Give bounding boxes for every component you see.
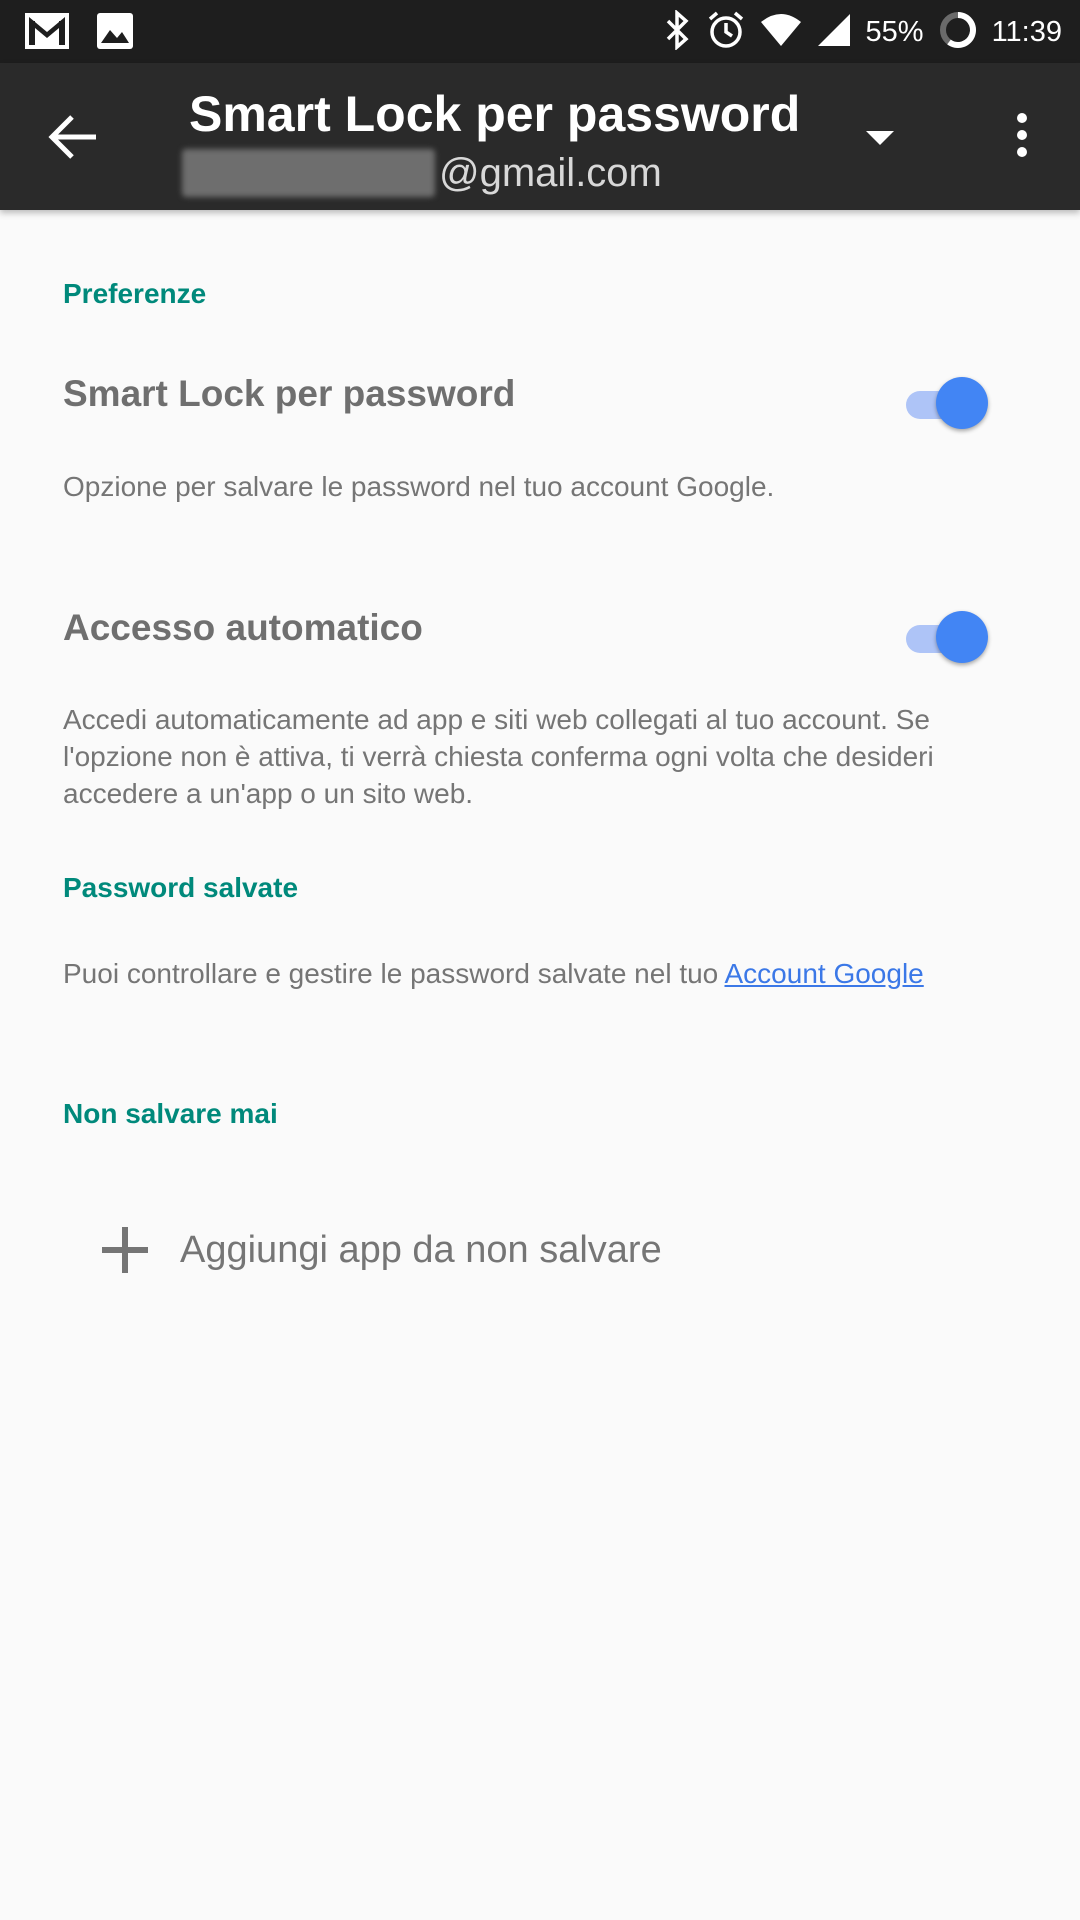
account-switcher[interactable]: @gmail.com: [182, 145, 662, 201]
app-bar: Smart Lock per password @gmail.com: [0, 63, 1080, 210]
account-domain: @gmail.com: [439, 150, 662, 195]
battery-icon: [938, 10, 978, 55]
auto-signin-toggle[interactable]: [904, 608, 988, 668]
wifi-icon: [760, 10, 802, 55]
image-icon: [96, 12, 142, 50]
bluetooth-icon: [664, 8, 692, 55]
add-never-save-app-button[interactable]: Aggiungi app da non salvare: [80, 1210, 980, 1290]
dropdown-icon: [866, 131, 894, 145]
status-bar: 55% 11:39: [0, 0, 1080, 63]
toggle-thumb: [936, 377, 988, 429]
smart-lock-description: Opzione per salvare le password nel tuo …: [63, 471, 775, 502]
account-dropdown-button[interactable]: [862, 123, 898, 153]
more-vert-icon: [1017, 113, 1027, 157]
signal-icon: [816, 10, 852, 55]
google-account-link[interactable]: Account Google: [725, 958, 924, 989]
page-title: Smart Lock per password: [189, 86, 801, 142]
account-username-redacted: [182, 149, 435, 197]
toggle-thumb: [936, 611, 988, 663]
gmail-icon: [24, 12, 70, 50]
smart-lock-title: Smart Lock per password: [63, 373, 516, 414]
section-header-never-save: Non salvare mai: [63, 1098, 278, 1129]
arrow-back-icon: [48, 115, 96, 159]
section-header-saved-passwords: Password salvate: [63, 872, 299, 903]
add-icon: [80, 1210, 170, 1290]
saved-passwords-text: Puoi controllare e gestire le password s…: [63, 955, 963, 992]
auto-signin-description: Accedi automaticamente ad app e siti web…: [63, 704, 934, 809]
more-options-button[interactable]: [1002, 103, 1042, 173]
auto-signin-title: Accesso automatico: [63, 607, 423, 648]
back-button[interactable]: [44, 107, 104, 167]
saved-passwords-info: Puoi controllare e gestire le password s…: [63, 958, 725, 989]
section-header-preferences: Preferenze: [63, 278, 207, 309]
clock: 11:39: [991, 15, 1062, 48]
battery-percent: 55%: [865, 15, 924, 48]
add-never-save-label: Aggiungi app da non salvare: [180, 1228, 662, 1271]
alarm-icon: [706, 10, 746, 55]
smart-lock-toggle[interactable]: [904, 374, 988, 434]
